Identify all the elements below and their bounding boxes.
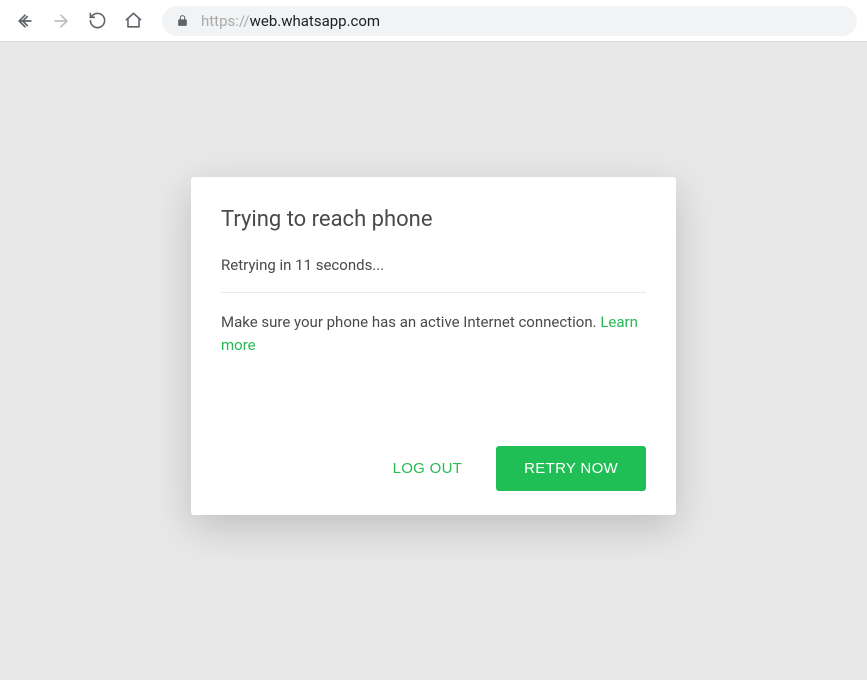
home-button[interactable]: [118, 6, 148, 36]
address-bar[interactable]: https://web.whatsapp.com: [162, 6, 857, 36]
lock-icon: [176, 14, 189, 27]
forward-button[interactable]: [46, 6, 76, 36]
url-prefix: https://: [201, 12, 250, 30]
url-text: https://web.whatsapp.com: [201, 12, 380, 30]
url-domain: web.whatsapp.com: [250, 12, 380, 30]
dialog-status-text: Retrying in 11 seconds...: [221, 256, 646, 293]
logout-button[interactable]: LOG OUT: [377, 448, 479, 489]
back-button[interactable]: [10, 6, 40, 36]
dialog-actions: LOG OUT RETRY NOW: [221, 446, 646, 491]
browser-toolbar: https://web.whatsapp.com: [0, 0, 867, 42]
dialog-help-text: Make sure your phone has an active Inter…: [221, 311, 646, 356]
retry-now-button[interactable]: RETRY NOW: [496, 446, 646, 491]
connection-dialog: Trying to reach phone Retrying in 11 sec…: [191, 177, 676, 515]
reload-button[interactable]: [82, 6, 112, 36]
dialog-title: Trying to reach phone: [221, 207, 646, 232]
page-content: Trying to reach phone Retrying in 11 sec…: [0, 42, 867, 680]
help-message: Make sure your phone has an active Inter…: [221, 313, 600, 331]
